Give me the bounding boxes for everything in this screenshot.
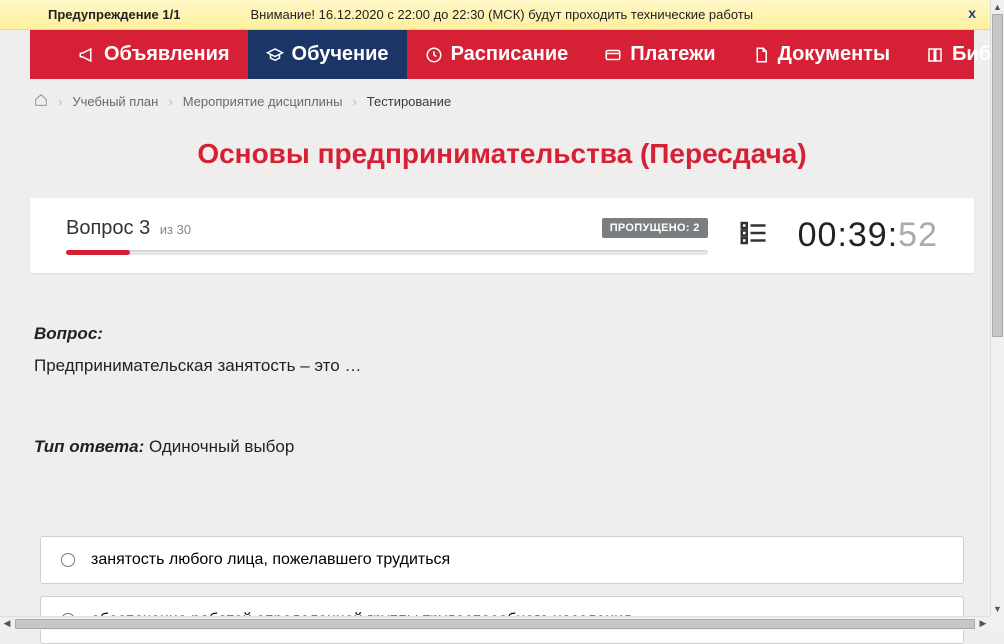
nav-label: Документы bbox=[778, 43, 890, 66]
megaphone-icon bbox=[78, 46, 96, 64]
scroll-left-icon[interactable]: ◀ bbox=[0, 617, 14, 631]
nav-payments[interactable]: Платежи bbox=[586, 30, 733, 79]
document-icon bbox=[752, 46, 770, 64]
question-label: Вопрос: bbox=[34, 321, 970, 347]
question-list-icon[interactable] bbox=[738, 218, 768, 253]
answer-type: Тип ответа: Одиночный выбор bbox=[34, 434, 970, 460]
chevron-right-icon: › bbox=[352, 94, 356, 109]
horizontal-scrollbar[interactable]: ◀ ▶ bbox=[0, 616, 990, 630]
radio-icon bbox=[61, 553, 75, 567]
warning-bar: Предупреждение 1/1 Внимание! 16.12.2020 … bbox=[0, 0, 1004, 30]
scrollbar-corner bbox=[990, 616, 1004, 630]
home-icon[interactable] bbox=[34, 93, 48, 110]
clock-icon bbox=[425, 46, 443, 64]
progress-fill bbox=[66, 250, 130, 255]
chevron-right-icon: › bbox=[168, 94, 172, 109]
scroll-thumb[interactable] bbox=[992, 14, 1003, 337]
breadcrumb-plan[interactable]: Учебный план bbox=[72, 94, 158, 109]
warning-message: Внимание! 16.12.2020 с 22:00 до 22:30 (М… bbox=[250, 7, 994, 22]
close-icon[interactable]: x bbox=[968, 5, 976, 21]
nav-label: Обучение bbox=[292, 43, 389, 66]
chevron-right-icon: › bbox=[58, 94, 62, 109]
nav-label: Платежи bbox=[630, 43, 715, 66]
nav-schedule[interactable]: Расписание bbox=[407, 30, 587, 79]
nav-documents[interactable]: Документы bbox=[734, 30, 908, 79]
question-text: Предпринимательская занятость – это … bbox=[34, 353, 970, 379]
nav-label: Расписание bbox=[451, 43, 569, 66]
skipped-badge: ПРОПУЩЕНО: 2 bbox=[602, 218, 708, 238]
question-content: Вопрос: Предпринимательская занятость – … bbox=[0, 273, 1004, 536]
nav-announcements[interactable]: Объявления bbox=[60, 30, 248, 79]
answer-option[interactable]: занятость любого лица, пожелавшего труди… bbox=[40, 536, 964, 584]
breadcrumb-event[interactable]: Мероприятие дисциплины bbox=[183, 94, 343, 109]
answer-text: занятость любого лица, пожелавшего труди… bbox=[91, 551, 450, 569]
graduation-cap-icon bbox=[266, 46, 284, 64]
scroll-down-icon[interactable]: ▼ bbox=[991, 602, 1004, 616]
progress-bar bbox=[66, 250, 708, 255]
timer: 00:39:52 bbox=[798, 216, 938, 255]
vertical-scrollbar[interactable]: ▲ ▼ bbox=[990, 0, 1004, 616]
scroll-right-icon[interactable]: ▶ bbox=[976, 617, 990, 631]
page-title: Основы предпринимательства (Пересдача) bbox=[0, 120, 1004, 198]
question-number: Вопрос 3 из 30 bbox=[66, 217, 191, 240]
breadcrumb-current: Тестирование bbox=[367, 94, 451, 109]
warning-title: Предупреждение 1/1 bbox=[48, 7, 180, 22]
scroll-up-icon[interactable]: ▲ bbox=[991, 0, 1004, 14]
nav-education[interactable]: Обучение bbox=[248, 30, 407, 79]
breadcrumb: › Учебный план › Мероприятие дисциплины … bbox=[0, 79, 1004, 120]
card-icon bbox=[604, 46, 622, 64]
question-status-card: Вопрос 3 из 30 ПРОПУЩЕНО: 2 00:39:52 bbox=[30, 198, 974, 273]
nav-label: Объявления bbox=[104, 43, 230, 66]
book-icon bbox=[926, 46, 944, 64]
main-nav: Объявления Обучение Расписание Платежи Д… bbox=[30, 30, 974, 79]
scroll-thumb[interactable] bbox=[15, 619, 975, 629]
